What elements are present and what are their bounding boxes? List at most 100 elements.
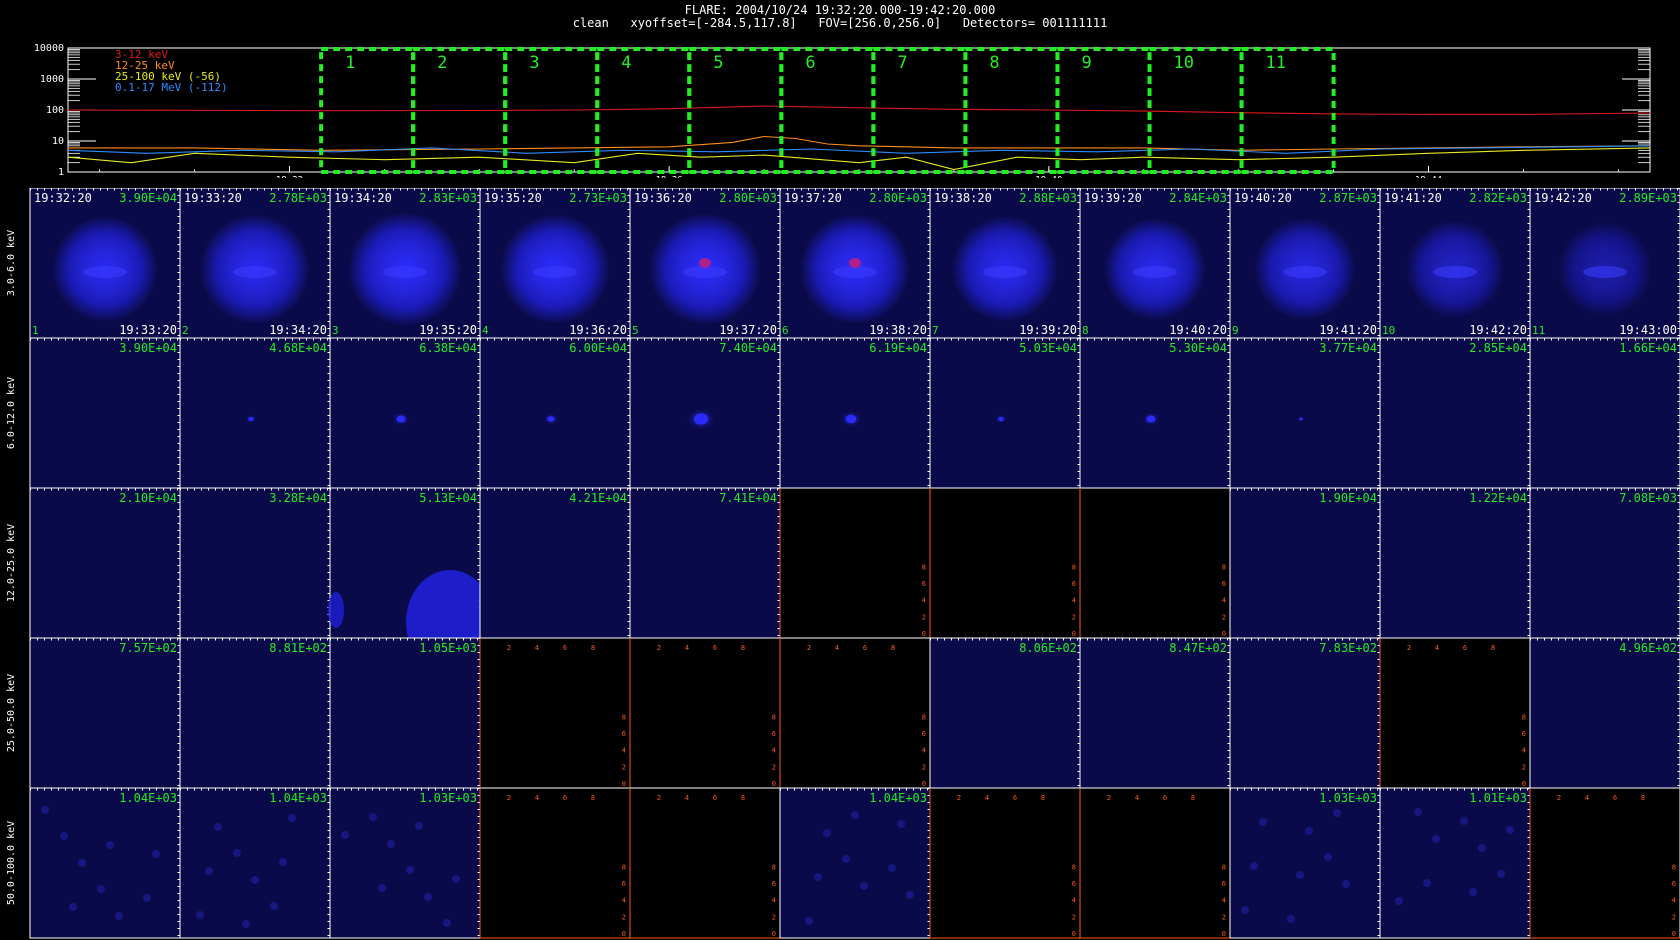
- image-cell: [479, 637, 631, 789]
- image-cell: [629, 787, 781, 939]
- empty-axis-y-tick: 8: [622, 713, 626, 721]
- interval-label-5: 5: [713, 53, 723, 73]
- noise-speck: [1241, 906, 1249, 914]
- plot-header: FLARE: 2004/10/24 19:32:20.000-19:42:20.…: [0, 4, 1680, 30]
- image-end-time: 19:33:20: [119, 323, 177, 337]
- empty-axis-y-tick: 4: [1072, 897, 1076, 905]
- noise-speck: [97, 885, 105, 893]
- source-core: [547, 416, 555, 422]
- image-max-value: 5.30E+04: [1169, 341, 1227, 355]
- empty-axis-y-tick: 6: [772, 880, 776, 888]
- image-max-value: 2.80E+03: [869, 191, 927, 205]
- image-cell: [929, 637, 1081, 789]
- noise-speck: [851, 811, 859, 819]
- image-max-value: 1.03E+03: [419, 791, 477, 805]
- noise-speck: [424, 893, 432, 901]
- interval-label-6: 6: [805, 53, 815, 73]
- image-cell: [29, 337, 181, 489]
- image-cell: [1529, 637, 1680, 789]
- empty-axis-x-tick: 6: [863, 644, 867, 652]
- image-max-value: 1.01E+03: [1469, 791, 1527, 805]
- empty-axis-y-tick: 8: [772, 713, 776, 721]
- source-peak-spot: [699, 258, 711, 268]
- empty-axis-x-tick: 8: [591, 644, 595, 652]
- empty-axis-x-tick: 2: [507, 644, 511, 652]
- image-cell: [329, 637, 481, 789]
- image-cell: [929, 337, 1081, 489]
- empty-axis-x-tick: 4: [685, 644, 689, 652]
- empty-axis-x-tick: 6: [1613, 794, 1617, 802]
- image-cell: [29, 787, 181, 939]
- image-cell: [479, 787, 631, 939]
- empty-axis-y-tick: 6: [622, 880, 626, 888]
- image-max-value: 4.68E+04: [269, 341, 327, 355]
- empty-axis-x-tick: 8: [741, 794, 745, 802]
- empty-axis-y-tick: 6: [622, 730, 626, 738]
- y-tick-label: 10000: [34, 44, 64, 54]
- image-cell: [1079, 787, 1231, 939]
- interval-label-1: 1: [345, 53, 355, 73]
- image-cell: [1379, 337, 1531, 489]
- empty-axis-y-tick: 2: [772, 913, 776, 921]
- noise-speck: [242, 920, 250, 928]
- noise-speck: [1469, 888, 1477, 896]
- empty-axis-x-tick: 6: [563, 644, 567, 652]
- empty-axis-y-tick: 2: [1072, 913, 1076, 921]
- image-cell: [29, 637, 181, 789]
- image-max-value: 2.10E+04: [119, 491, 177, 505]
- source-bright-band: [533, 266, 577, 278]
- image-start-time: 19:36:20: [634, 191, 692, 205]
- image-cell: [1229, 637, 1381, 789]
- image-max-value: 2.89E+03: [1619, 191, 1677, 205]
- image-index: 3: [332, 324, 339, 337]
- interval-label-2: 2: [437, 53, 447, 73]
- image-cell: [929, 787, 1081, 939]
- noise-speck: [143, 894, 151, 902]
- source-core: [248, 416, 254, 422]
- empty-axis-y-tick: 4: [1222, 597, 1226, 605]
- image-cell: [29, 487, 181, 639]
- source-bright-band: [983, 266, 1027, 278]
- noise-speck: [60, 832, 68, 840]
- empty-axis-y-tick: 4: [772, 897, 776, 905]
- empty-axis-y-tick: 0: [1672, 930, 1676, 938]
- image-start-time: 19:35:20: [484, 191, 542, 205]
- image-max-value: 8.47E+02: [1169, 641, 1227, 655]
- image-max-value: 2.87E+03: [1319, 191, 1377, 205]
- source-core: [693, 413, 709, 425]
- empty-axis-y-tick: 4: [772, 747, 776, 755]
- image-max-value: 2.78E+03: [269, 191, 327, 205]
- noise-speck: [443, 919, 451, 927]
- interval-label-3: 3: [529, 53, 539, 73]
- noise-speck: [196, 911, 204, 919]
- empty-axis-y-tick: 0: [1072, 930, 1076, 938]
- image-end-time: 19:38:20: [869, 323, 927, 337]
- image-max-value: 7.41E+04: [719, 491, 777, 505]
- empty-axis-y-tick: 0: [1522, 780, 1526, 788]
- image-max-value: 5.03E+04: [1019, 341, 1077, 355]
- source-core: [1299, 417, 1303, 421]
- empty-axis-y-tick: 2: [922, 763, 926, 771]
- image-start-time: 19:40:20: [1234, 191, 1292, 205]
- interval-box-6: [779, 47, 876, 174]
- empty-axis-x-tick: 4: [535, 644, 539, 652]
- interval-label-10: 10: [1174, 53, 1194, 73]
- empty-axis-x-tick: 4: [835, 644, 839, 652]
- empty-axis-y-tick: 0: [922, 780, 926, 788]
- noise-speck: [106, 841, 114, 849]
- interval-box-7: [871, 47, 968, 174]
- empty-axis-y-tick: 2: [1672, 913, 1676, 921]
- legend-entry-4: 0.1-17 MeV (-112): [115, 81, 228, 94]
- empty-axis-y-tick: 4: [622, 897, 626, 905]
- empty-axis-x-tick: 2: [1557, 794, 1561, 802]
- interval-label-11: 11: [1266, 53, 1286, 73]
- noise-speck: [1423, 879, 1431, 887]
- noise-speck: [288, 814, 296, 822]
- image-end-time: 19:42:20: [1469, 323, 1527, 337]
- image-max-value: 3.77E+04: [1319, 341, 1377, 355]
- image-cube-grid: 3.0-6.0 keV 3.90E+04 19:32:20 19:33:20 1 2.78…: [6, 188, 1680, 939]
- empty-axis-y-tick: 6: [922, 580, 926, 588]
- empty-axis-x-tick: 6: [1163, 794, 1167, 802]
- noise-speck: [251, 876, 259, 884]
- image-cell: [179, 337, 331, 489]
